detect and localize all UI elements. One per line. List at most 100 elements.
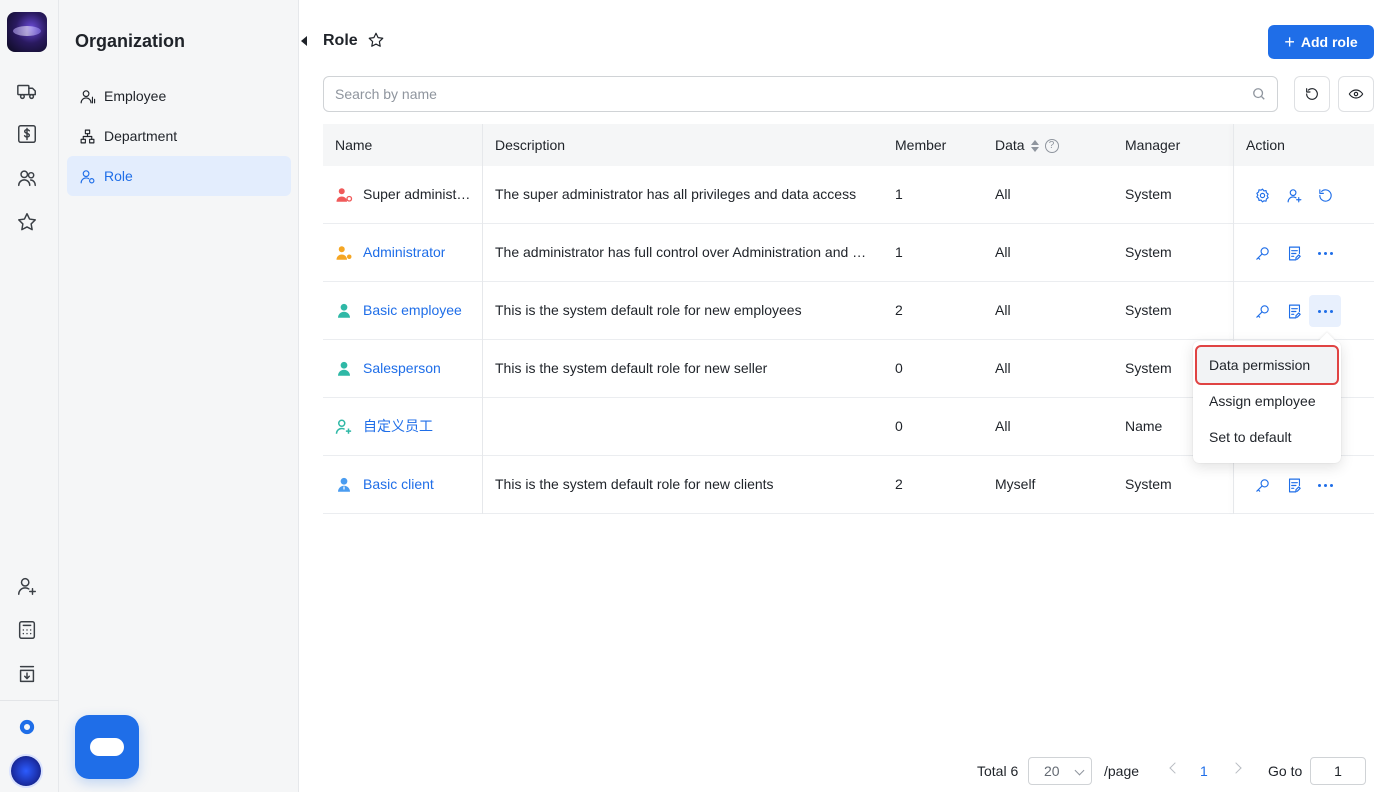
data-cell: All <box>995 244 1011 260</box>
add-user-icon[interactable] <box>15 574 39 598</box>
role-name-link[interactable]: 自定义员工 <box>363 398 433 455</box>
add-user-icon <box>1287 188 1301 202</box>
sidebar-item-department[interactable]: Department <box>67 116 291 156</box>
per-page-label: /page <box>1104 763 1140 779</box>
add-role-label: Add role <box>1300 34 1358 50</box>
page-size-value: 20 <box>1044 763 1060 779</box>
page-title: Role <box>323 32 358 49</box>
description-cell: This is the system default role for new … <box>495 360 768 376</box>
description-cell <box>483 398 883 455</box>
organization-sidebar: Organization Employee Department Role <box>59 0 299 792</box>
table-row: Basic client This is the system default … <box>323 456 1374 514</box>
truck-icon[interactable] <box>15 79 39 103</box>
app-logo[interactable] <box>7 12 47 52</box>
edit-action-button[interactable] <box>1280 471 1308 499</box>
member-cell: 1 <box>895 244 903 260</box>
client-role-icon <box>338 477 350 492</box>
edit-action-button[interactable] <box>1280 239 1308 267</box>
permission-action-button[interactable] <box>1248 239 1276 267</box>
settings-action-button[interactable] <box>1248 181 1276 209</box>
search-input[interactable] <box>335 86 1252 102</box>
more-action-button[interactable] <box>1311 239 1339 267</box>
reset-action-button[interactable] <box>1311 181 1339 209</box>
assign-employee-button[interactable] <box>1280 181 1308 209</box>
menu-item-assign-employee[interactable]: Assign employee <box>1197 383 1337 419</box>
permission-action-button[interactable] <box>1248 471 1276 499</box>
user-avatar[interactable] <box>11 756 41 786</box>
search-box <box>323 76 1278 112</box>
role-name-link[interactable]: Salesperson <box>363 340 441 397</box>
collapse-sidebar-button[interactable] <box>298 30 310 52</box>
page-size-select[interactable]: 20 <box>1028 757 1092 785</box>
role-name-cell: Super administ… <box>323 166 483 223</box>
key-icon <box>1255 304 1269 318</box>
role-name: Super administ… <box>363 186 471 202</box>
edit-action-button[interactable] <box>1280 297 1308 325</box>
role-name-link[interactable]: Basic employee <box>363 282 462 339</box>
eye-icon <box>1348 89 1364 99</box>
user-settings-icon <box>1255 188 1269 202</box>
column-action: Action <box>1246 137 1285 153</box>
next-page-icon[interactable] <box>1230 762 1242 774</box>
search-icon[interactable] <box>1252 87 1266 101</box>
employee-icon <box>80 89 96 103</box>
refresh-button[interactable] <box>1294 76 1330 112</box>
sidebar-item-label: Employee <box>104 88 167 104</box>
role-name-cell: Salesperson <box>323 340 483 397</box>
goto-page-input[interactable] <box>1310 757 1366 785</box>
billing-icon[interactable] <box>15 122 39 146</box>
menu-item-data-permission[interactable]: Data permission <box>1195 345 1339 385</box>
prev-page-icon[interactable] <box>1169 762 1181 774</box>
table-row: Administrator The administrator has full… <box>323 224 1374 282</box>
column-data[interactable]: Data? <box>983 124 1059 166</box>
sidebar-item-role[interactable]: Role <box>67 156 291 196</box>
chat-icon <box>90 738 124 756</box>
more-action-button[interactable] <box>1311 471 1339 499</box>
sidebar-item-employee[interactable]: Employee <box>67 76 291 116</box>
data-cell: All <box>995 360 1011 376</box>
sort-icon[interactable] <box>1030 140 1039 153</box>
super-admin-icon <box>336 187 353 202</box>
employee-role-icon <box>338 303 350 318</box>
current-page[interactable]: 1 <box>1200 757 1208 785</box>
more-action-button[interactable] <box>1309 295 1341 327</box>
more-icon <box>1317 251 1333 255</box>
column-member: Member <box>895 137 947 153</box>
manager-cell: System <box>1125 476 1172 492</box>
more-actions-dropdown: Data permission Assign employee Set to d… <box>1193 332 1341 463</box>
role-name-link[interactable]: Administrator <box>363 224 445 281</box>
data-cell: Myself <box>995 476 1036 492</box>
settings-icon[interactable] <box>15 715 39 739</box>
help-icon[interactable]: ? <box>1044 139 1059 154</box>
admin-icon <box>336 245 352 260</box>
description-cell: The administrator has full control over … <box>495 244 867 260</box>
chat-button[interactable] <box>75 715 139 779</box>
role-icon <box>80 169 95 183</box>
member-cell: 2 <box>895 476 903 492</box>
star-icon[interactable] <box>15 210 39 234</box>
more-icon <box>1317 483 1333 487</box>
more-icon <box>1317 309 1333 313</box>
download-box-icon[interactable] <box>15 662 39 686</box>
menu-item-set-to-default[interactable]: Set to default <box>1197 419 1337 455</box>
app-root: Organization Employee Department Role Ro… <box>0 0 1394 792</box>
description-cell: This is the system default role for new … <box>495 302 802 318</box>
column-name: Name <box>335 137 373 153</box>
description-cell: This is the system default role for new … <box>495 476 774 492</box>
data-cell: All <box>995 418 1011 434</box>
sidebar-title: Organization <box>75 31 186 51</box>
edit-doc-icon <box>1288 246 1301 260</box>
sidebar-item-label: Role <box>104 168 133 184</box>
member-cell: 2 <box>895 302 903 318</box>
permission-action-button[interactable] <box>1248 297 1276 325</box>
table-row: Basic employee This is the system defaul… <box>323 282 1374 340</box>
add-role-button[interactable]: + Add role <box>1268 25 1374 59</box>
view-button[interactable] <box>1338 76 1374 112</box>
calculator-icon[interactable] <box>15 618 39 642</box>
users-icon[interactable] <box>15 166 39 190</box>
favorite-star-icon[interactable] <box>367 31 387 51</box>
role-name-cell: Administrator <box>323 224 483 281</box>
role-name-link[interactable]: Basic client <box>363 456 434 513</box>
column-description: Description <box>495 137 566 153</box>
column-data-label: Data <box>995 137 1025 153</box>
